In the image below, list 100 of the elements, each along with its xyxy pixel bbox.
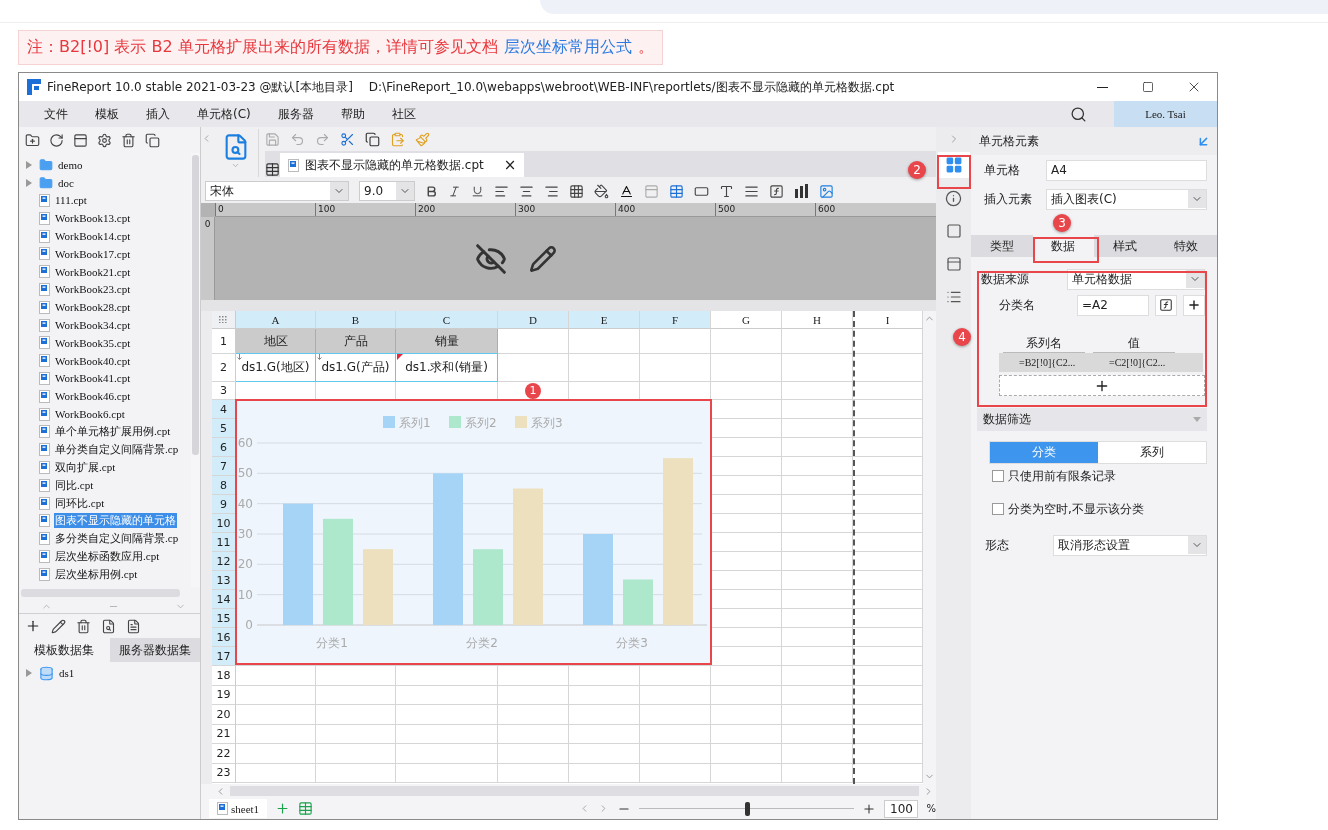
column-header[interactable]: B (316, 311, 396, 329)
table-cell[interactable] (711, 354, 782, 382)
row-header[interactable]: 9 (212, 495, 236, 514)
table-cell[interactable] (853, 647, 923, 666)
size-select[interactable]: 9.0 (359, 181, 415, 201)
row-header[interactable]: 13 (212, 571, 236, 590)
table-cell[interactable] (853, 419, 923, 438)
fill-color-icon[interactable] (594, 183, 609, 199)
table-cell[interactable] (853, 354, 923, 382)
cut-icon[interactable] (340, 131, 355, 147)
table-cell[interactable] (569, 666, 640, 686)
row-header[interactable]: 20 (212, 705, 236, 725)
align-left-icon[interactable] (494, 183, 509, 199)
file-name[interactable]: WorkBook35.cpt (54, 336, 132, 349)
table-cell[interactable] (640, 666, 711, 686)
table-cell[interactable] (782, 354, 853, 382)
dataset-tab[interactable]: 服务器数据集 (109, 638, 200, 662)
row-header[interactable]: 17 (212, 647, 236, 666)
edit-icon[interactable] (51, 618, 66, 634)
table-cell[interactable] (782, 763, 853, 783)
close-tab-icon[interactable]: × (503, 156, 517, 174)
delete-icon[interactable] (121, 132, 136, 148)
section-header[interactable]: 数据筛选 (977, 408, 1207, 431)
table-cell[interactable] (782, 438, 853, 457)
user-name[interactable]: Leo. Tsai (1114, 101, 1217, 127)
table-cell[interactable] (640, 329, 711, 354)
table-cell[interactable] (711, 382, 782, 400)
table-cell[interactable] (640, 685, 711, 705)
file-name[interactable]: 双向扩展.cpt (54, 459, 117, 475)
column-header[interactable]: D (498, 311, 569, 329)
table-cell[interactable]: ds1.G(地区) (236, 354, 316, 382)
menu-item[interactable]: 模板 (95, 105, 119, 123)
table-cell[interactable] (853, 514, 923, 533)
table-cell[interactable] (853, 571, 923, 590)
copy-icon[interactable] (145, 132, 160, 148)
edit-icon[interactable] (528, 244, 557, 273)
file-name[interactable]: 单个单元格扩展用例.cpt (54, 424, 172, 440)
expand-triangle-icon[interactable] (26, 669, 32, 677)
editor-tab[interactable]: 图表不显示隐藏的单元格数据.cpt × (280, 153, 525, 177)
column-header[interactable]: E (569, 311, 640, 329)
file-name[interactable]: 同比.cpt (54, 477, 95, 493)
table-cell[interactable] (782, 609, 853, 628)
format-painter-icon[interactable] (415, 131, 430, 147)
file-name[interactable]: doc (57, 176, 75, 189)
doc-link[interactable]: 层次坐标常用公式 (503, 37, 632, 58)
table-cell[interactable]: ds1.G(产品) (316, 354, 396, 382)
table-cell[interactable] (569, 763, 640, 783)
table-cell[interactable] (782, 382, 853, 400)
table-cell[interactable] (569, 724, 640, 744)
table-cell[interactable] (711, 666, 782, 686)
row-header[interactable]: 10 (212, 514, 236, 533)
table-cell[interactable] (853, 438, 923, 457)
table-cell[interactable] (498, 329, 569, 354)
dataset-name[interactable]: ds1 (58, 667, 76, 679)
table-cell[interactable] (396, 744, 498, 764)
table-cell[interactable] (236, 763, 316, 783)
cell-field[interactable]: A4 (1046, 159, 1207, 181)
table-cell[interactable] (853, 628, 923, 647)
table-cell[interactable] (711, 590, 782, 609)
table-cell[interactable] (711, 329, 782, 354)
add-button[interactable] (1183, 294, 1205, 316)
preview-icon[interactable] (101, 618, 116, 634)
bold-icon[interactable] (425, 184, 438, 198)
table-cell[interactable] (711, 533, 782, 552)
table-cell[interactable] (498, 763, 569, 783)
paste-icon[interactable] (390, 131, 405, 147)
table-cell[interactable] (782, 647, 853, 666)
copy-icon[interactable] (365, 131, 380, 147)
table-cell[interactable] (782, 705, 853, 725)
table-cell[interactable] (316, 666, 396, 686)
table-cell[interactable] (498, 705, 569, 725)
checkbox[interactable] (992, 470, 1004, 482)
table-cell[interactable] (853, 666, 923, 686)
table-cell[interactable] (853, 457, 923, 476)
scrollbar[interactable] (923, 311, 936, 784)
splitter-handle[interactable] (201, 311, 212, 784)
bar-chart-icon[interactable] (794, 184, 809, 198)
hidden-icon[interactable] (474, 242, 507, 275)
table-cell[interactable] (853, 609, 923, 628)
table-cell[interactable] (782, 666, 853, 686)
file-name[interactable]: WorkBook13.cpt (54, 212, 132, 225)
file-name[interactable]: 111.cpt (54, 194, 88, 207)
underline-icon[interactable] (471, 184, 484, 198)
add-icon[interactable] (25, 618, 41, 634)
file-name[interactable]: WorkBook34.cpt (54, 319, 132, 332)
column-header[interactable]: C (396, 311, 498, 329)
file-name[interactable]: WorkBook28.cpt (54, 301, 132, 314)
chart-tab[interactable]: 样式 (1094, 235, 1156, 257)
table-cell[interactable] (782, 400, 853, 419)
table-cell[interactable] (498, 354, 569, 382)
row-header[interactable]: 12 (212, 552, 236, 571)
table-cell[interactable] (316, 685, 396, 705)
file-name[interactable]: WorkBook6.cpt (54, 408, 126, 421)
row-header[interactable]: 23 (212, 763, 236, 783)
filter-toggle[interactable]: 系列 (1098, 442, 1206, 463)
row-header[interactable]: 4 (212, 400, 236, 419)
table-cell[interactable] (316, 724, 396, 744)
row-header[interactable]: 6 (212, 438, 236, 457)
row-header[interactable]: 1 (212, 329, 236, 354)
row-header[interactable]: 21 (212, 724, 236, 744)
